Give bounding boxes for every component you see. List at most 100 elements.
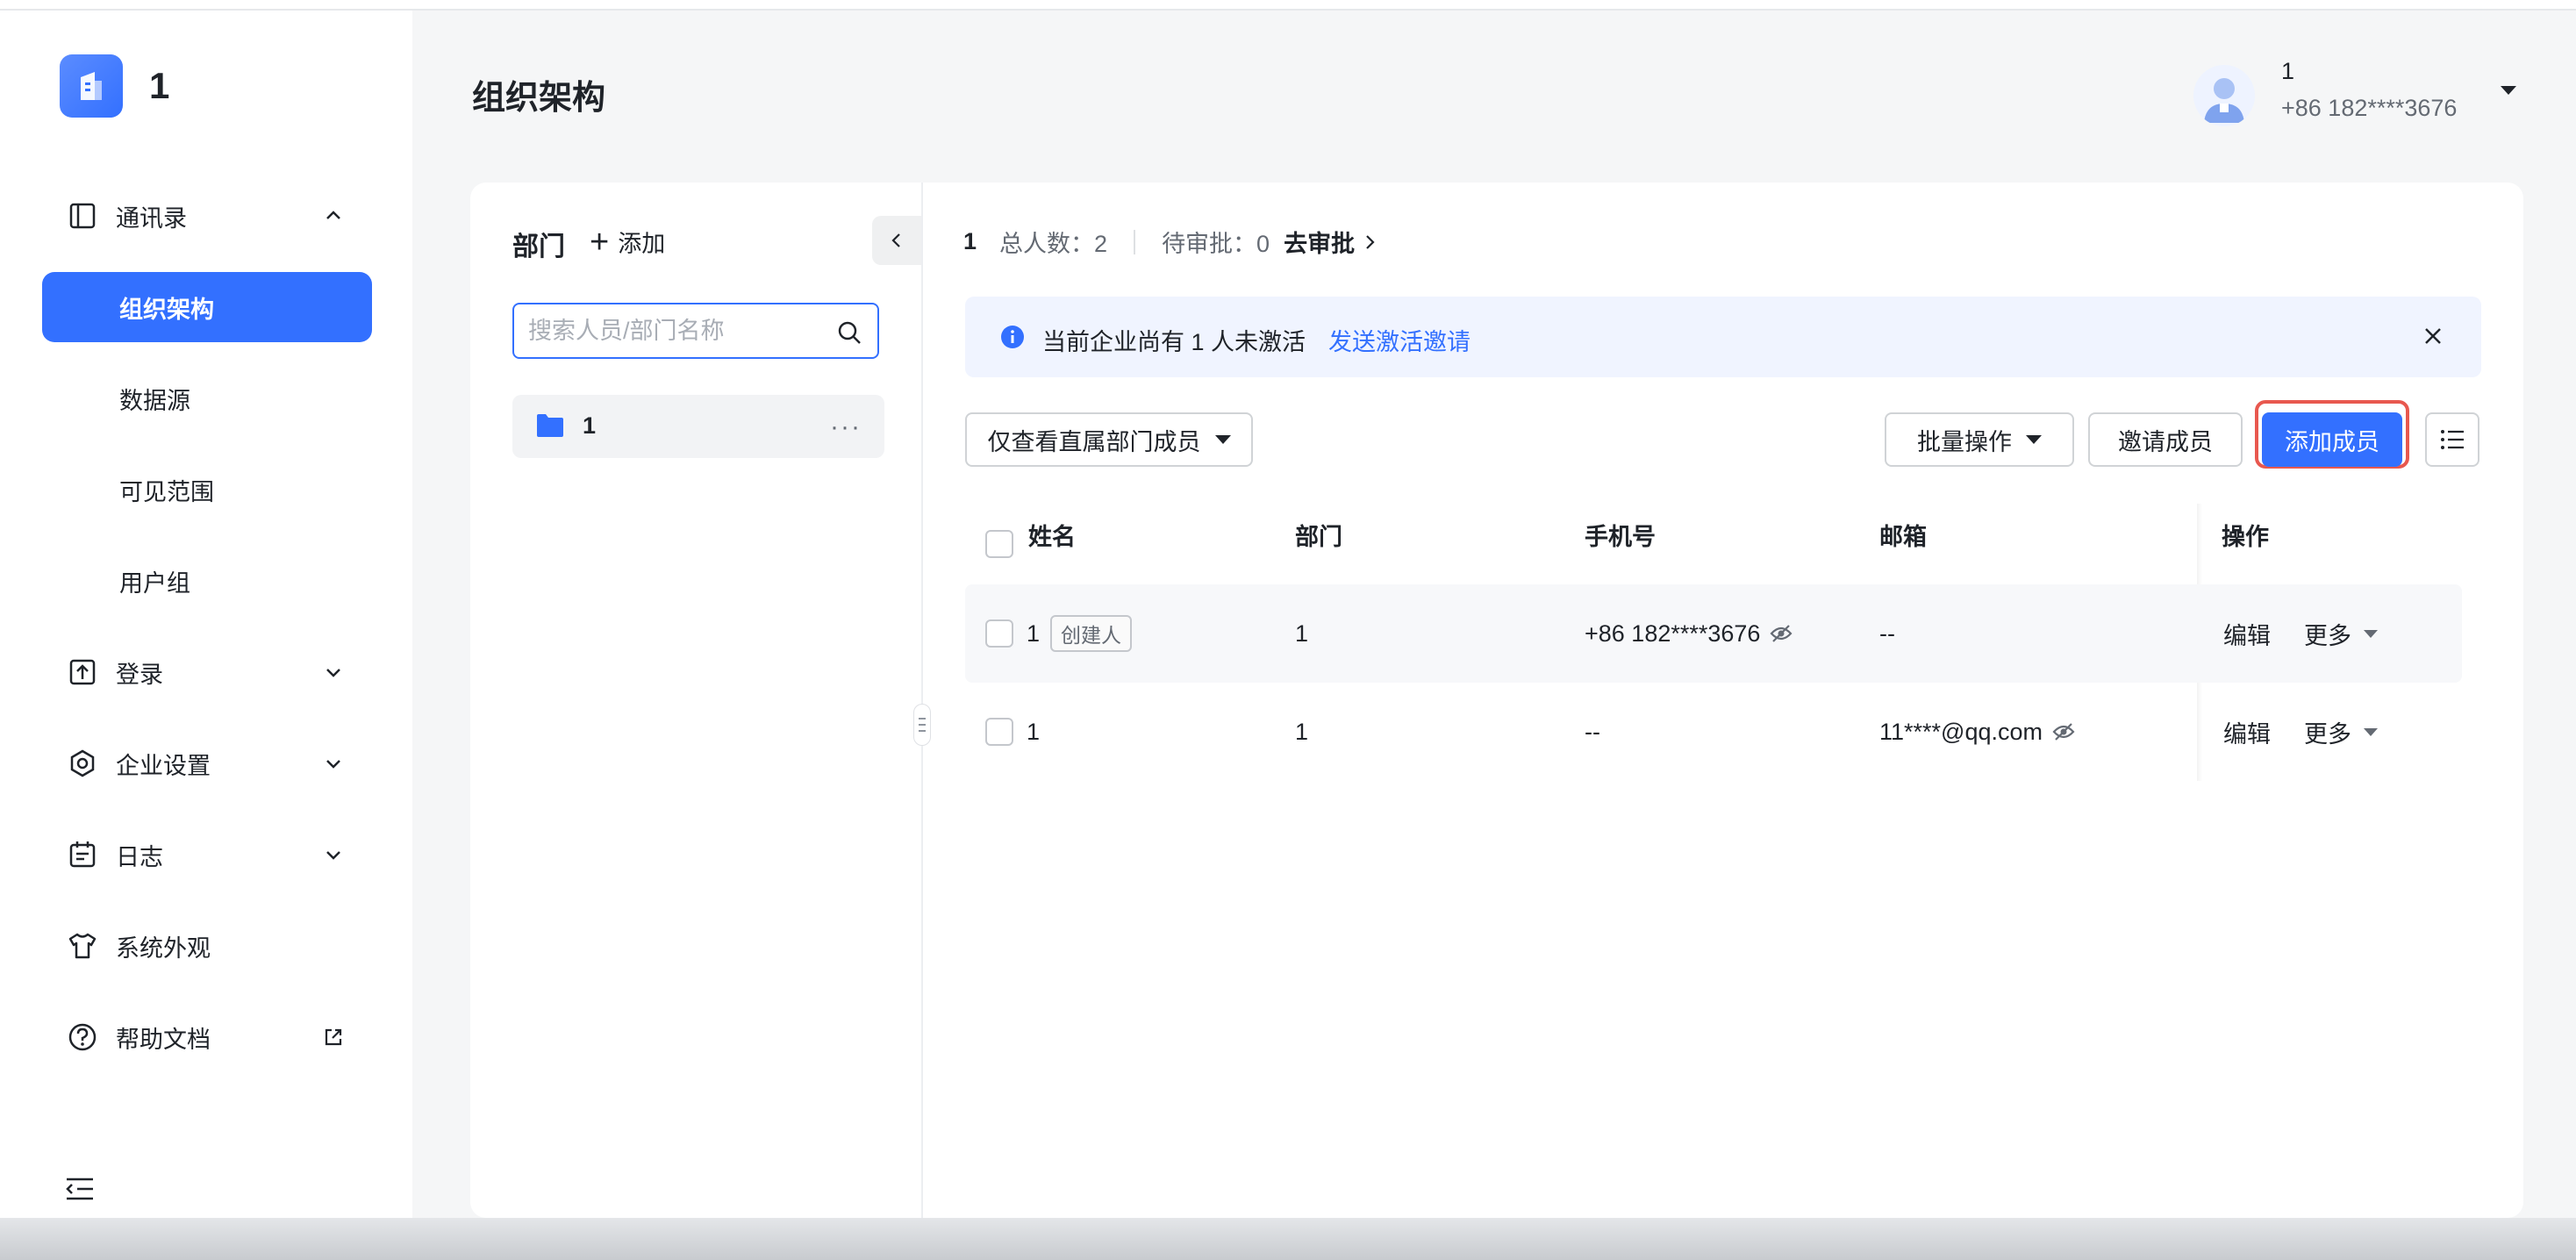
login-icon: [69, 659, 96, 685]
member-phone: --: [1585, 718, 1600, 745]
drag-handle-icon: [919, 718, 926, 732]
settings-icon: [70, 749, 95, 777]
chevron-up-icon: [326, 211, 340, 219]
user-name: 1: [2281, 58, 2295, 84]
caret-down-icon: [2501, 86, 2516, 95]
sidebar-item-help-docs[interactable]: 帮助文档: [42, 1002, 372, 1072]
filter-label: 仅查看直属部门成员: [987, 428, 1201, 455]
more-label: 更多: [2304, 622, 2351, 649]
chevron-left-icon: [891, 233, 900, 247]
sidebar-item-label: 数据源: [119, 387, 190, 414]
divider: [1134, 229, 1136, 254]
member-name: 1: [1027, 619, 1041, 647]
sidebar-item-label: 可见范围: [119, 478, 214, 505]
chevron-down-icon: [326, 851, 340, 860]
shirt-icon: [68, 933, 97, 959]
sidebar-item-contacts[interactable]: 通讯录: [42, 181, 372, 251]
window-top-border: [0, 0, 2576, 11]
user-menu[interactable]: 1 +86 182****3676: [2193, 54, 2544, 133]
member-department: 1: [1295, 619, 1309, 647]
member-phone: +86 182****3676: [1585, 619, 1761, 647]
sidebar-item-user-groups[interactable]: 用户组: [42, 546, 372, 616]
column-header-department: 部门: [1295, 524, 1342, 550]
member-phone-cell: +86 182****3676: [1585, 614, 1793, 653]
sidebar-item-data-source[interactable]: 数据源: [42, 363, 372, 433]
sidebar-item-label: 通讯录: [116, 204, 187, 232]
edit-member-button[interactable]: 编辑: [2223, 614, 2271, 653]
contacts-icon: [69, 203, 96, 229]
sidebar-item-label: 日志: [116, 843, 163, 870]
add-department-label: 添加: [618, 231, 666, 257]
sidebar-item-appearance[interactable]: 系统外观: [42, 911, 372, 981]
sidebar-item-label: 组织架构: [119, 296, 214, 323]
eye-off-icon[interactable]: [1769, 623, 1793, 644]
department-tree-item[interactable]: 1 ···: [512, 395, 884, 458]
caret-down-icon: [2026, 435, 2042, 444]
close-icon[interactable]: [2420, 323, 2446, 349]
sidebar-item-log[interactable]: 日志: [42, 820, 372, 890]
caret-down-icon: [2364, 629, 2378, 638]
row-checkbox[interactable]: [985, 718, 1013, 746]
selected-department-name: 1: [963, 228, 977, 254]
more-actions-button[interactable]: 更多: [2304, 712, 2378, 751]
caret-down-icon: [1214, 435, 1231, 444]
user-phone: +86 182****3676: [2281, 95, 2458, 121]
member-email-cell: 11****@qq.com: [1879, 712, 2076, 751]
more-label: 更多: [2304, 720, 2351, 748]
avatar: [2193, 65, 2255, 126]
eye-off-icon[interactable]: [2051, 721, 2076, 742]
department-name: 1: [583, 412, 597, 439]
column-header-phone: 手机号: [1585, 524, 1656, 550]
search-input[interactable]: [528, 313, 826, 348]
total-count: 总人数：2: [999, 231, 1108, 257]
collapse-panel-button[interactable]: [872, 216, 921, 265]
creator-tag: 创建人: [1050, 615, 1133, 652]
invite-member-button[interactable]: 邀请成员: [2088, 412, 2243, 467]
edit-member-button[interactable]: 编辑: [2223, 712, 2271, 751]
sidebar-item-visibility[interactable]: 可见范围: [42, 455, 372, 525]
column-header-email: 邮箱: [1879, 524, 1927, 550]
chevron-right-icon: [1366, 234, 1375, 249]
info-icon: [1001, 326, 1024, 348]
sidebar-item-label: 帮助文档: [116, 1026, 211, 1053]
row-checkbox[interactable]: [985, 619, 1013, 648]
list-icon: [2441, 430, 2464, 449]
sidebar-item-enterprise-settings[interactable]: 企业设置: [42, 728, 372, 798]
member-name: 1: [1027, 718, 1041, 745]
send-activation-link[interactable]: 发送激活邀请: [1328, 323, 1470, 357]
go-review-link[interactable]: 去审批: [1284, 225, 1379, 259]
help-icon: [68, 1023, 97, 1051]
sidebar-item-org-structure[interactable]: 组织架构: [42, 272, 372, 342]
external-link-icon: [325, 1028, 342, 1046]
collapse-sidebar-icon[interactable]: [65, 1176, 95, 1202]
sidebar-item-label: 登录: [116, 661, 163, 688]
select-all-checkbox[interactable]: [985, 530, 1013, 558]
sidebar-item-login[interactable]: 登录: [42, 637, 372, 707]
add-department-button[interactable]: + 添加: [590, 225, 665, 259]
chevron-down-icon: [326, 760, 340, 769]
more-horizontal-icon[interactable]: ···: [830, 412, 862, 442]
sidebar-item-label: 用户组: [119, 569, 190, 597]
panel-resize-handle[interactable]: [913, 704, 931, 746]
invite-label: 邀请成员: [2118, 428, 2213, 455]
log-icon: [69, 841, 96, 868]
page-title: 组织架构: [472, 80, 606, 117]
add-member-button[interactable]: 添加成员: [2262, 412, 2402, 467]
plus-icon: +: [590, 223, 610, 261]
notice-text: 当前企业尚有 1 人未激活: [1042, 329, 1306, 355]
pending-count: 待审批：0: [1162, 231, 1270, 257]
more-actions-button[interactable]: 更多: [2304, 614, 2378, 653]
column-settings-button[interactable]: [2425, 412, 2479, 467]
sidebar-item-label: 企业设置: [116, 752, 211, 779]
search-icon[interactable]: [835, 319, 863, 347]
department-title: 部门: [512, 233, 565, 261]
caret-down-icon: [2364, 727, 2378, 736]
search-box[interactable]: [512, 303, 879, 359]
chevron-down-icon: [326, 669, 340, 677]
direct-members-filter[interactable]: 仅查看直属部门成员: [965, 412, 1253, 467]
member-email: --: [1879, 619, 1895, 647]
brand: 1: [60, 54, 169, 118]
brand-name: 1: [149, 65, 170, 106]
batch-actions-button[interactable]: 批量操作: [1885, 412, 2074, 467]
department-summary: 1 总人数：2 待审批：0 去审批: [963, 225, 1379, 259]
